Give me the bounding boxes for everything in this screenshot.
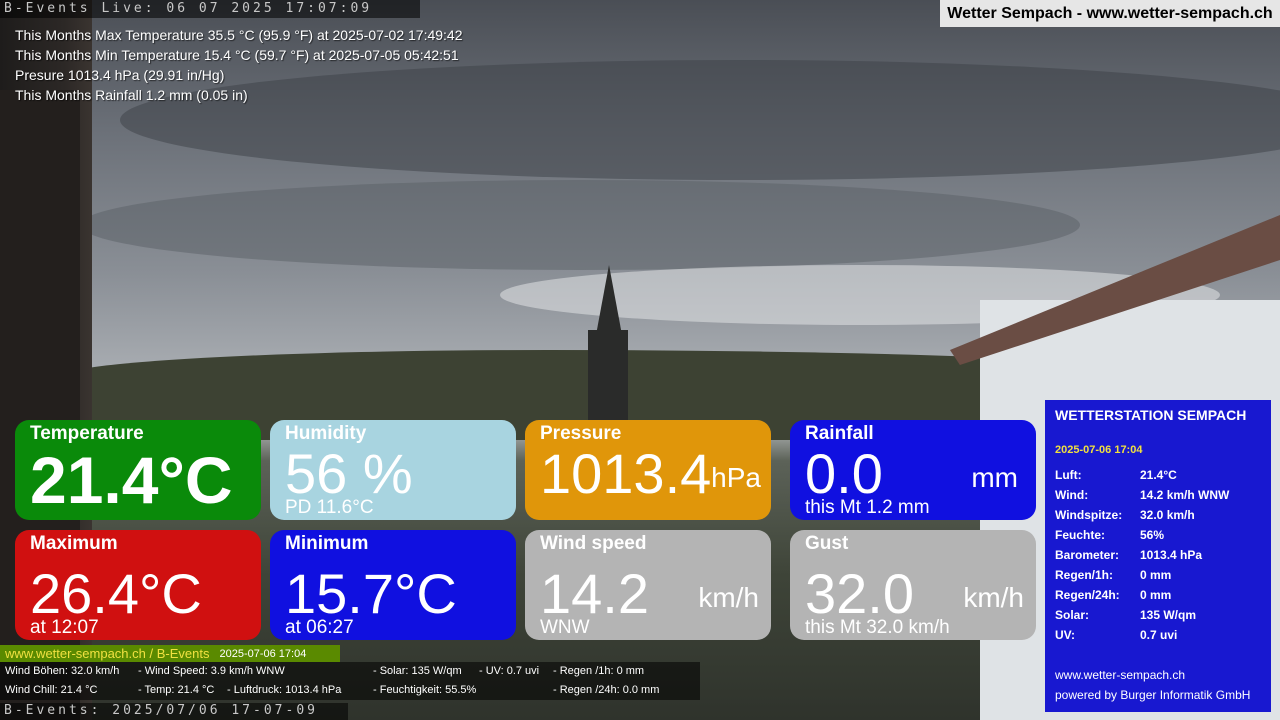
tile-label: Wind speed <box>540 533 647 554</box>
info-wind-speed: - Wind Speed: 3.9 km/h WNW <box>138 665 285 677</box>
station-row-label: Windspitze: <box>1055 508 1123 522</box>
station-powered-by: powered by Burger Informatik GmbH <box>1055 688 1251 702</box>
live-timestamp: B-Events Live: 06 07 2025 17:07:09 <box>0 0 420 18</box>
station-row-value: 14.2 km/h WNW <box>1140 488 1230 502</box>
tile-unit: mm <box>971 462 1018 493</box>
station-row-label: Regen/1h: <box>1055 568 1114 582</box>
station-row-value: 1013.4 hPa <box>1140 548 1203 562</box>
tile-pressure: Pressure 1013.4 hPa <box>525 420 771 520</box>
weather-info-bar: Wind Böhen: 32.0 km/h - Wind Speed: 3.9 … <box>0 662 700 700</box>
tile-value: 21.4°C <box>30 443 233 517</box>
info-wind-gusts: Wind Böhen: 32.0 km/h <box>5 665 120 677</box>
tile-minimum: Minimum 15.7°C at 06:27 <box>270 530 516 640</box>
tile-sub: this Mt 32.0 km/h <box>805 617 950 638</box>
tile-value: 1013.4 <box>540 442 712 505</box>
tile-label: Minimum <box>285 533 369 554</box>
info-rain-1h: - Regen /1h: 0 mm <box>553 665 645 677</box>
tile-label: Gust <box>805 533 849 554</box>
station-row-value: 56% <box>1140 528 1165 542</box>
station-panel: WETTERSTATION SEMPACH 2025-07-06 17:04 L… <box>1045 400 1271 712</box>
station-row-value: 32.0 km/h <box>1140 508 1195 522</box>
station-title: WETTERSTATION SEMPACH <box>1055 407 1247 423</box>
stat-rainfall: This Months Rainfall 1.2 mm (0.05 in) <box>15 87 248 103</box>
tile-sub: at 06:27 <box>285 617 354 638</box>
station-site-link[interactable]: www.wetter-sempach.ch <box>1055 668 1185 682</box>
site-bar: www.wetter-sempach.ch / B-Events 2025-07… <box>0 645 340 662</box>
info-temp: - Temp: 21.4 °C <box>138 684 215 696</box>
site-bar-timestamp: 2025-07-06 17:04 <box>219 647 307 660</box>
info-humidity: - Feuchtigkeit: 55.5% <box>373 684 477 696</box>
station-row-label: Solar: <box>1055 608 1090 622</box>
church-tower <box>588 330 628 430</box>
station-row-value: 0 mm <box>1140 568 1172 582</box>
tile-temperature: Temperature 21.4°C <box>15 420 261 520</box>
station-row-label: Feuchte: <box>1055 528 1106 542</box>
info-uv: - UV: 0.7 uvi <box>479 665 540 677</box>
tile-maximum: Maximum 26.4°C at 12:07 <box>15 530 261 640</box>
station-row-label: Wind: <box>1055 488 1089 502</box>
station-row-value: 135 W/qm <box>1140 608 1197 622</box>
tile-sub: at 12:07 <box>30 617 99 638</box>
station-row-label: Luft: <box>1055 468 1082 482</box>
tile-label: Maximum <box>30 533 118 554</box>
tile-gust: Gust 32.0 km/h this Mt 32.0 km/h <box>790 530 1036 640</box>
bottom-timestamp: B-Events: 2025/07/06 17-07-09 <box>0 703 348 720</box>
stat-max-temp: This Months Max Temperature 35.5 °C (95.… <box>15 27 463 43</box>
station-date: 2025-07-06 17:04 <box>1055 444 1143 456</box>
info-pressure: - Luftdruck: 1013.4 hPa <box>227 684 342 696</box>
stat-min-temp: This Months Min Temperature 15.4 °C (59.… <box>15 47 459 63</box>
tile-rainfall: Rainfall 0.0 mm this Mt 1.2 mm <box>790 420 1036 520</box>
tile-sub: WNW <box>540 617 590 638</box>
cloud <box>80 180 1080 270</box>
tile-humidity: Humidity 56 % PD 11.6°C <box>270 420 516 520</box>
tile-wind-speed: Wind speed 14.2 km/h WNW <box>525 530 771 640</box>
tile-unit: km/h <box>963 582 1024 613</box>
station-row-label: Barometer: <box>1055 548 1120 562</box>
tile-unit: km/h <box>698 582 759 613</box>
tile-sub: PD 11.6°C <box>285 497 374 518</box>
info-rain-24h: - Regen /24h: 0.0 mm <box>553 684 660 696</box>
site-link[interactable]: www.wetter-sempach.ch / B-Events <box>5 646 209 661</box>
monthly-stats: This Months Max Temperature 35.5 °C (95.… <box>15 25 463 105</box>
station-row-value: 0.7 uvi <box>1140 628 1178 642</box>
station-row-label: UV: <box>1055 628 1076 642</box>
info-solar: - Solar: 135 W/qm <box>373 665 462 677</box>
stat-pressure: Presure 1013.4 hPa (29.91 in/Hg) <box>15 67 225 83</box>
tile-unit: hPa <box>711 462 761 493</box>
tile-sub: this Mt 1.2 mm <box>805 497 930 518</box>
site-title: Wetter Sempach - www.wetter-sempach.ch <box>940 0 1280 27</box>
station-row-label: Regen/24h: <box>1055 588 1120 602</box>
info-wind-chill: Wind Chill: 21.4 °C <box>5 684 98 696</box>
station-row-value: 21.4°C <box>1140 468 1177 482</box>
station-row-value: 0 mm <box>1140 588 1172 602</box>
